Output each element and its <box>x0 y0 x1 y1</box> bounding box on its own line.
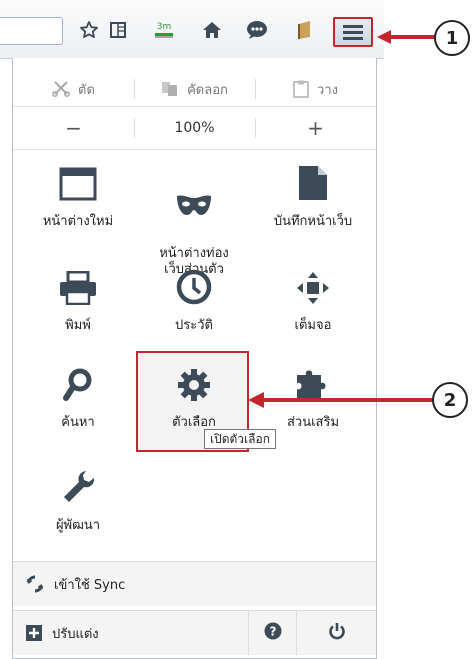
history-label: ประวัติ <box>175 318 213 333</box>
download-badge: 3m <box>157 22 172 32</box>
zoom-controls: − 100% + <box>13 106 376 150</box>
magnifier-icon <box>63 368 93 407</box>
copy-label: คัดลอก <box>187 82 228 98</box>
help-icon: ? <box>264 622 282 644</box>
callout-arrow-1 <box>377 30 437 44</box>
mask-icon <box>175 177 213 222</box>
find-label: ค้นหา <box>61 415 95 430</box>
gear-icon <box>177 368 211 407</box>
clock-icon <box>176 269 212 310</box>
print-label: พิมพ์ <box>65 318 91 333</box>
hamburger-icon <box>343 25 363 40</box>
wrench-icon <box>61 469 95 510</box>
copy-button[interactable]: คัดลอก <box>134 68 255 110</box>
callout-arrow-2 <box>248 392 438 408</box>
downloads-icon[interactable]: 3m <box>152 18 176 42</box>
save-page-label: บันทึกหน้าเว็บ <box>273 214 353 229</box>
fullscreen-label: เต็มจอ <box>294 318 332 333</box>
sync-icon <box>26 575 44 593</box>
sync-row[interactable]: เข้าใช้ Sync <box>13 561 376 606</box>
printer-icon <box>59 270 97 310</box>
svg-text:?: ? <box>270 625 277 639</box>
zoom-in-button[interactable]: + <box>255 107 376 149</box>
callout-badge-2: 2 <box>432 382 468 418</box>
options-button[interactable]: ตัวเลือก <box>139 367 249 431</box>
zoom-reset-button[interactable]: 100% <box>134 107 255 149</box>
zoom-out-button[interactable]: − <box>13 107 134 149</box>
quit-button[interactable] <box>296 611 377 655</box>
developer-button[interactable]: ผู้พัฒนา <box>23 470 133 534</box>
edit-controls: ตัด คัดลอก วาง <box>13 68 376 110</box>
cut-button[interactable]: ตัด <box>13 68 134 110</box>
developer-label: ผู้พัฒนา <box>55 518 101 533</box>
library-book-icon[interactable] <box>293 18 317 42</box>
history-button[interactable]: ประวัติ <box>139 269 249 334</box>
customize-row: ปรับแต่ง ? <box>13 610 376 655</box>
page-icon <box>298 165 328 206</box>
url-bar[interactable] <box>0 17 63 45</box>
new-window-button[interactable]: หน้าต่างใหม่ <box>23 166 133 230</box>
fullscreen-icon <box>296 271 330 310</box>
find-button[interactable]: ค้นหา <box>23 367 133 431</box>
chat-icon[interactable] <box>245 18 269 42</box>
sync-label: เข้าใช้ Sync <box>54 577 126 593</box>
copy-icon <box>161 81 179 97</box>
options-tooltip: เปิดตัวเลือก <box>204 429 276 449</box>
customize-plus-icon[interactable] <box>26 625 42 641</box>
bookmarks-menu-icon[interactable] <box>106 18 130 42</box>
callout-badge-1: 1 <box>434 20 470 56</box>
new-window-label: หน้าต่างใหม่ <box>42 214 114 229</box>
customize-label[interactable]: ปรับแต่ง <box>52 623 99 644</box>
window-icon <box>59 167 97 206</box>
open-menu-button[interactable] <box>333 17 373 47</box>
fullscreen-button[interactable]: เต็มจอ <box>258 270 368 334</box>
menu-panel: ตัด คัดลอก วาง − 100% + หน้าต่างใหม่ หน้… <box>12 58 377 659</box>
home-icon[interactable] <box>200 18 224 42</box>
browser-toolbar: 3m <box>0 0 384 59</box>
bookmark-star-icon[interactable] <box>77 18 101 42</box>
paste-label: วาง <box>317 82 338 98</box>
print-button[interactable]: พิมพ์ <box>23 270 133 334</box>
power-icon <box>328 622 346 644</box>
cut-label: ตัด <box>78 82 95 98</box>
help-button[interactable]: ? <box>248 611 297 655</box>
clipboard-icon <box>293 80 309 98</box>
scissors-icon <box>52 81 70 97</box>
paste-button[interactable]: วาง <box>255 68 376 110</box>
save-page-button[interactable]: บันทึกหน้าเว็บ <box>258 166 368 230</box>
